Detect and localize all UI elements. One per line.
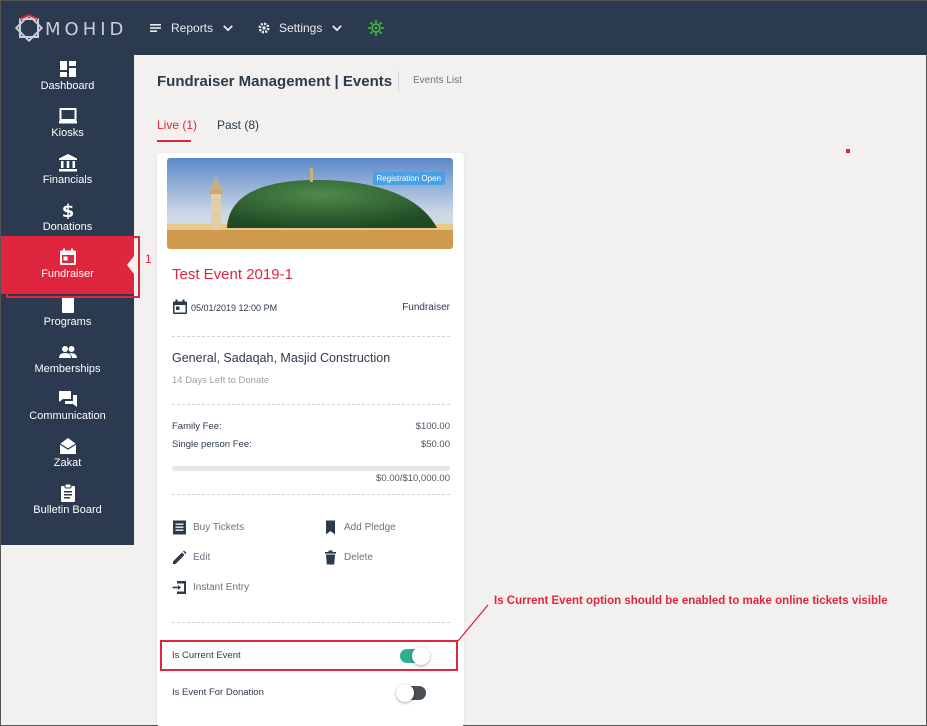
settings-menu[interactable]: Settings — [257, 18, 344, 38]
brand-name: MOHID — [45, 19, 128, 40]
event-date-row: 05/01/2019 12:00 PM Fundraiser — [172, 299, 450, 317]
sidebar-item-label: Financials — [42, 174, 93, 186]
days-left-text: 14 Days Left to Donate — [172, 375, 270, 386]
calendar-icon — [173, 299, 187, 314]
fee-value: $50.00 — [420, 439, 450, 450]
sidebar-item-label: Zakat — [53, 457, 82, 469]
sidebar: Dashboard Kiosks Financials $ Donations … — [1, 55, 134, 545]
kiosk-icon — [58, 108, 77, 124]
annotation-box-current-event — [160, 640, 458, 671]
sidebar-item-communication[interactable]: Communication — [1, 390, 134, 436]
menu-lines-icon — [150, 24, 161, 32]
dollar-icon: $ — [61, 201, 74, 219]
reports-label: Reports — [171, 21, 214, 35]
chevron-down-icon — [332, 25, 343, 32]
breadcrumb[interactable]: Events List — [413, 75, 462, 86]
donation-event-label: Is Event For Donation — [172, 687, 264, 698]
sidebar-item-kiosks[interactable]: Kiosks — [1, 107, 134, 153]
sidebar-item-zakat[interactable]: Zakat — [1, 437, 134, 483]
sidebar-item-label: Donations — [42, 221, 93, 233]
add-pledge-action[interactable]: Add Pledge — [323, 520, 396, 535]
fee-label: Family Fee: — [172, 421, 222, 432]
page-title: Fundraiser Management | Events — [157, 73, 393, 90]
registration-status-badge: Registration Open — [372, 172, 445, 185]
event-purposes: General, Sadaqah, Masjid Construction — [172, 351, 391, 365]
annotation-note: Is Current Event option should be enable… — [494, 595, 888, 607]
fee-row-single: Single person Fee: $50.00 — [172, 439, 450, 450]
sidebar-item-label: Programs — [43, 316, 92, 328]
sidebar-item-label: Communication — [29, 410, 106, 422]
event-type: Fundraiser — [402, 302, 450, 313]
event-banner-image[interactable]: Registration Open — [167, 158, 453, 249]
edit-action[interactable]: Edit — [172, 550, 210, 565]
book-icon — [61, 296, 74, 313]
gear-icon — [258, 22, 270, 34]
sidebar-item-financials[interactable]: Financials — [1, 154, 134, 200]
settings-label: Settings — [279, 21, 323, 35]
sidebar-item-label: Kiosks — [51, 127, 84, 139]
annotation-step-number: 1 — [145, 252, 152, 266]
people-icon — [58, 346, 77, 358]
sidebar-item-dashboard[interactable]: Dashboard — [1, 60, 134, 106]
title-divider — [398, 71, 399, 91]
sidebar-item-programs[interactable]: Programs — [1, 296, 134, 342]
fee-value: $100.00 — [415, 421, 450, 432]
fee-row-family: Family Fee: $100.00 — [172, 421, 450, 432]
divider — [172, 622, 450, 623]
edit-label: Edit — [193, 552, 211, 563]
tab-live[interactable]: Live (1) — [157, 118, 197, 132]
chevron-down-icon — [223, 25, 233, 32]
divider — [172, 336, 450, 337]
ticket-icon — [173, 520, 186, 535]
buy-tickets-action[interactable]: Buy Tickets — [172, 520, 244, 535]
reports-menu[interactable]: Reports — [149, 18, 235, 38]
clipboard-icon — [60, 484, 75, 502]
annotation-box-fundraiser — [6, 236, 140, 298]
svg-text:$: $ — [61, 201, 74, 219]
divider — [172, 404, 450, 405]
virus-settings-icon[interactable] — [367, 19, 385, 37]
instant-entry-label: Instant Entry — [193, 582, 250, 593]
add-pledge-label: Add Pledge — [344, 522, 396, 533]
fee-label: Single person Fee: — [172, 439, 252, 450]
delete-action[interactable]: Delete — [323, 550, 373, 565]
bank-icon — [58, 154, 77, 172]
envelope-icon — [59, 438, 76, 454]
delete-label: Delete — [344, 552, 373, 563]
login-arrow-icon — [172, 581, 186, 594]
divider — [172, 494, 450, 495]
tab-past[interactable]: Past (8) — [217, 118, 259, 132]
sidebar-item-label: Memberships — [34, 363, 101, 375]
donation-event-toggle[interactable] — [396, 684, 426, 702]
progress-amount-text: $0.00/$10,000.00 — [376, 473, 450, 484]
buy-tickets-label: Buy Tickets — [193, 522, 245, 533]
event-title[interactable]: Test Event 2019-1 — [172, 266, 293, 283]
sidebar-item-memberships[interactable]: Memberships — [1, 343, 134, 389]
logo-star-icon — [14, 13, 44, 43]
pencil-icon — [173, 550, 187, 564]
donation-event-toggle-row: Is Event For Donation — [172, 684, 450, 704]
sidebar-item-label: Dashboard — [40, 80, 95, 92]
top-bar: MOHID Reports Settings — [1, 1, 927, 55]
sidebar-item-bulletin-board[interactable]: Bulletin Board — [1, 484, 134, 530]
brand-logo[interactable]: MOHID — [11, 12, 131, 46]
event-datetime: 05/01/2019 12:00 PM — [191, 303, 278, 313]
annotation-arrow-line — [457, 604, 489, 642]
toggle-knob — [396, 684, 414, 702]
sidebar-item-label: Bulletin Board — [33, 504, 102, 516]
red-dot-marker — [846, 149, 850, 153]
fundraising-progress-bar — [172, 466, 450, 471]
chat-icon — [58, 391, 77, 407]
trash-icon — [325, 550, 336, 565]
active-tab-indicator — [157, 140, 191, 142]
dashboard-icon — [59, 61, 76, 77]
bookmark-icon — [326, 520, 335, 535]
instant-entry-action[interactable]: Instant Entry — [172, 580, 249, 595]
